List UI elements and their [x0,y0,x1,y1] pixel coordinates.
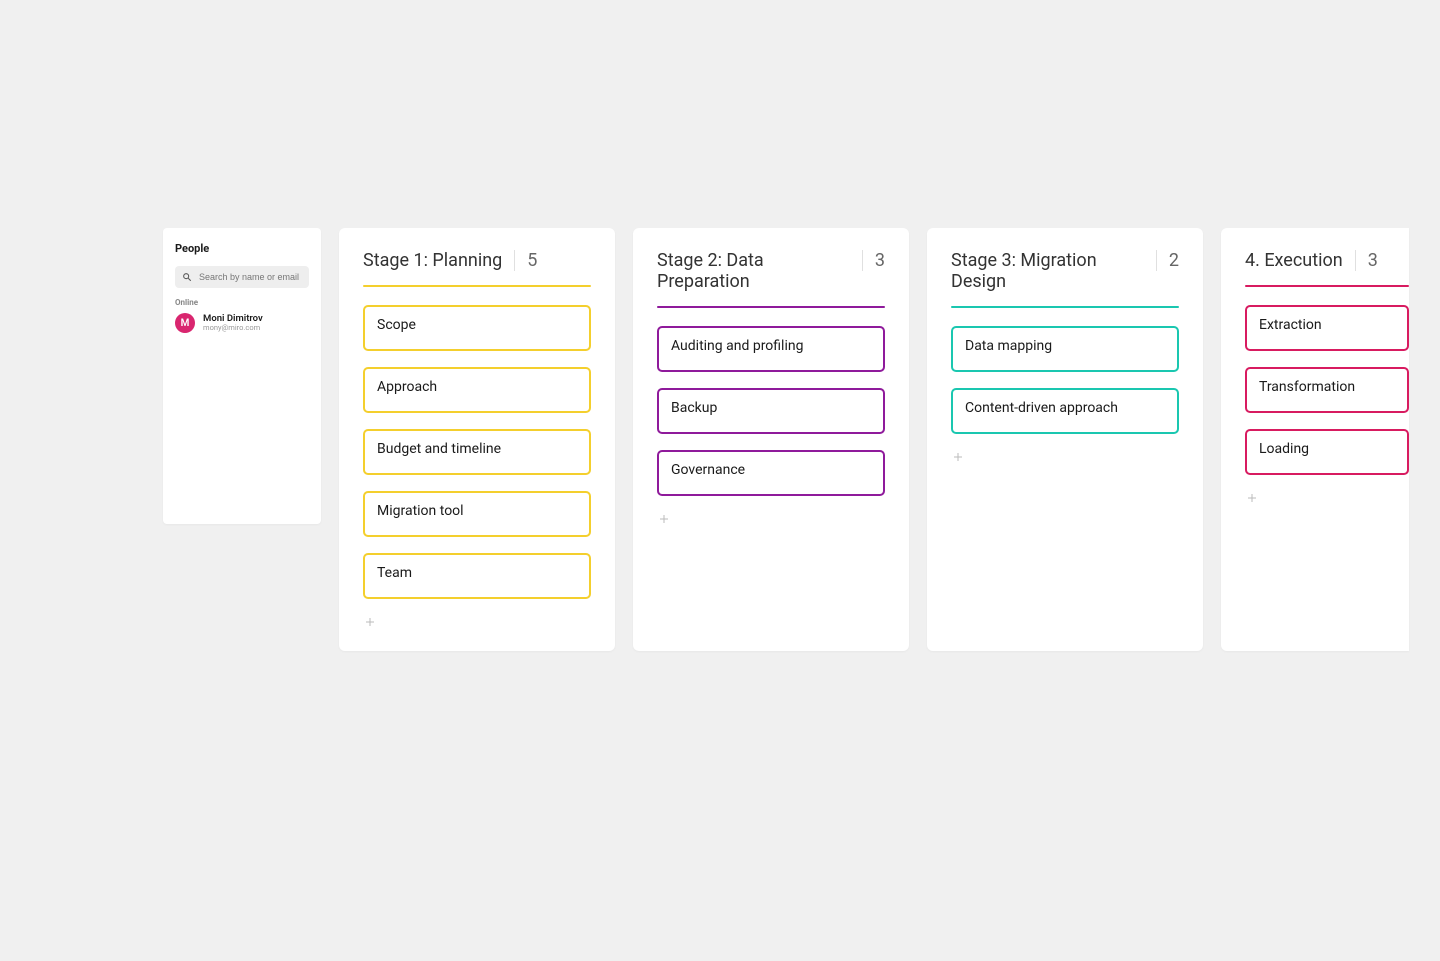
card[interactable]: Backup [657,388,885,434]
add-card-button[interactable] [363,615,377,629]
column-count: 3 [862,250,885,271]
add-card-button[interactable] [951,450,965,464]
plus-icon [658,513,670,525]
add-card-button[interactable] [657,512,671,526]
card-accent [657,494,885,499]
cards-list: Extraction Transformation Loading [1245,305,1409,475]
card[interactable]: Data mapping [951,326,1179,372]
column-count: 5 [514,250,537,271]
online-label: Online [175,298,309,307]
card-label: Transformation [1259,379,1355,395]
cards-list: Scope Approach Budget and timeline Migratio… [363,305,591,599]
card-label: Approach [377,379,437,395]
column-underline [363,285,591,287]
card[interactable]: Loading [1245,429,1409,475]
column-underline [657,306,885,308]
column: Stage 2: Data Preparation 3 Auditing and p… [633,228,909,651]
card[interactable]: Governance [657,450,885,496]
card-accent [363,349,591,354]
card-label: Extraction [1259,317,1322,333]
card-label: Content-driven approach [965,400,1118,416]
column-count: 3 [1355,250,1378,271]
card-label: Budget and timeline [377,441,501,457]
card-accent [363,535,591,540]
search-field-wrap [175,265,309,288]
column-title: Stage 2: Data Preparation [657,250,850,292]
cards-list: Data mapping Content-driven approach [951,326,1179,434]
column-title: 4. Execution [1245,250,1343,271]
card[interactable]: Budget and timeline [363,429,591,475]
card-label: Loading [1259,441,1309,457]
card-label: Migration tool [377,503,464,519]
card-accent [657,370,885,375]
card-accent [363,473,591,478]
plus-icon [364,616,376,628]
card-label: Auditing and profiling [671,338,803,354]
column-underline [1245,285,1409,287]
column: 4. Execution 3 Extraction Transformation Loa… [1221,228,1409,651]
column-underline [951,306,1179,308]
card[interactable]: Team [363,553,591,599]
card-accent [951,432,1179,437]
card-accent [1245,411,1409,416]
card-label: Backup [671,400,717,416]
column-title: Stage 3: Migration Design [951,250,1144,292]
column-header[interactable]: Stage 2: Data Preparation 3 [657,250,885,292]
people-panel: People Online M Moni Dimitrov mony@miro.… [163,228,321,524]
card-accent [1245,349,1409,354]
card-label: Governance [671,462,745,478]
columns-container: Stage 1: Planning 5 Scope Approach Budget an… [339,228,1409,651]
card[interactable]: Transformation [1245,367,1409,413]
column-header[interactable]: 4. Execution 3 [1245,250,1409,271]
card-label: Team [377,565,412,581]
card[interactable]: Scope [363,305,591,351]
card[interactable]: Approach [363,367,591,413]
avatar: M [175,313,195,333]
column-header[interactable]: Stage 3: Migration Design 2 [951,250,1179,292]
card-accent [951,370,1179,375]
column-title: Stage 1: Planning [363,250,502,271]
person-email: mony@miro.com [203,324,263,332]
card-label: Scope [377,317,416,333]
card-accent [363,411,591,416]
cards-list: Auditing and profiling Backup Governance [657,326,885,496]
column-count: 2 [1156,250,1179,271]
person-meta: Moni Dimitrov mony@miro.com [203,314,263,333]
search-icon [182,272,192,282]
column: Stage 1: Planning 5 Scope Approach Budget an… [339,228,615,651]
card-label: Data mapping [965,338,1052,354]
card-accent [363,597,591,602]
add-card-button[interactable] [1245,491,1259,505]
people-title: People [175,242,309,255]
canvas: People Online M Moni Dimitrov mony@miro.… [0,0,1440,961]
card[interactable]: Migration tool [363,491,591,537]
card[interactable]: Content-driven approach [951,388,1179,434]
plus-icon [952,451,964,463]
card-accent [657,432,885,437]
card[interactable]: Extraction [1245,305,1409,351]
person-row[interactable]: M Moni Dimitrov mony@miro.com [175,313,309,333]
board: People Online M Moni Dimitrov mony@miro.… [163,228,1409,651]
column-header[interactable]: Stage 1: Planning 5 [363,250,591,271]
plus-icon [1246,492,1258,504]
column: Stage 3: Migration Design 2 Data mapping Co… [927,228,1203,651]
card[interactable]: Auditing and profiling [657,326,885,372]
search-input[interactable] [175,266,309,288]
card-accent [1245,473,1409,478]
